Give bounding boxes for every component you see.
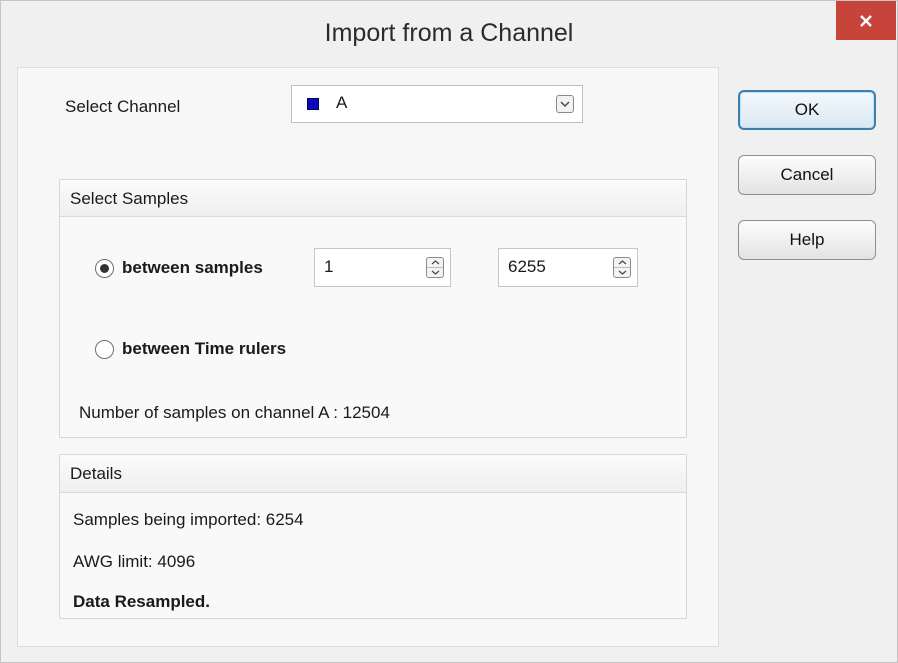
spin-up-icon[interactable] bbox=[431, 260, 440, 265]
radio-selected-dot bbox=[100, 264, 109, 273]
radio-between-samples[interactable] bbox=[95, 259, 114, 278]
start-sample-value: 1 bbox=[324, 257, 334, 276]
end-sample-value: 6255 bbox=[508, 257, 546, 276]
color-swatch-icon bbox=[307, 98, 319, 110]
close-button[interactable] bbox=[836, 1, 896, 40]
spin-down-icon[interactable] bbox=[618, 270, 627, 275]
help-button[interactable]: Help bbox=[738, 220, 876, 260]
title-bar: Import from a Channel bbox=[1, 1, 897, 67]
dialog-window: Import from a Channel Select Channel A S… bbox=[0, 0, 898, 663]
resample-status-text: Data Resampled. bbox=[73, 592, 210, 611]
spin-up-icon[interactable] bbox=[618, 260, 627, 265]
spin-down-icon[interactable] bbox=[431, 270, 440, 275]
end-sample-stepper[interactable]: 6255 bbox=[498, 248, 638, 287]
details-header: Details bbox=[60, 455, 686, 493]
details-title: Details bbox=[70, 464, 122, 483]
ok-button[interactable]: OK bbox=[738, 90, 876, 130]
between-samples-label: between samples bbox=[122, 258, 263, 277]
close-icon bbox=[859, 14, 873, 28]
start-spin-buttons[interactable] bbox=[426, 257, 444, 278]
channel-dropdown-value: A bbox=[336, 93, 348, 112]
dialog-title: Import from a Channel bbox=[324, 19, 574, 47]
between-time-rulers-label: between Time rulers bbox=[122, 339, 287, 358]
radio-between-time-rulers[interactable] bbox=[95, 340, 114, 359]
cancel-button[interactable]: Cancel bbox=[738, 155, 876, 195]
select-samples-title: Select Samples bbox=[70, 189, 189, 208]
select-channel-label: Select Channel bbox=[65, 97, 181, 116]
select-samples-group: Select Samples bbox=[59, 179, 687, 438]
sample-count-text: Number of samples on channel A : 12504 bbox=[79, 403, 390, 422]
awg-limit-text: AWG limit: 4096 bbox=[73, 552, 196, 571]
channel-dropdown[interactable]: A bbox=[291, 85, 583, 123]
chevron-down-icon[interactable] bbox=[556, 95, 574, 113]
end-spin-buttons[interactable] bbox=[613, 257, 631, 278]
samples-imported-text: Samples being imported: 6254 bbox=[73, 510, 304, 529]
start-sample-stepper[interactable]: 1 bbox=[314, 248, 451, 287]
select-samples-header: Select Samples bbox=[60, 180, 686, 217]
